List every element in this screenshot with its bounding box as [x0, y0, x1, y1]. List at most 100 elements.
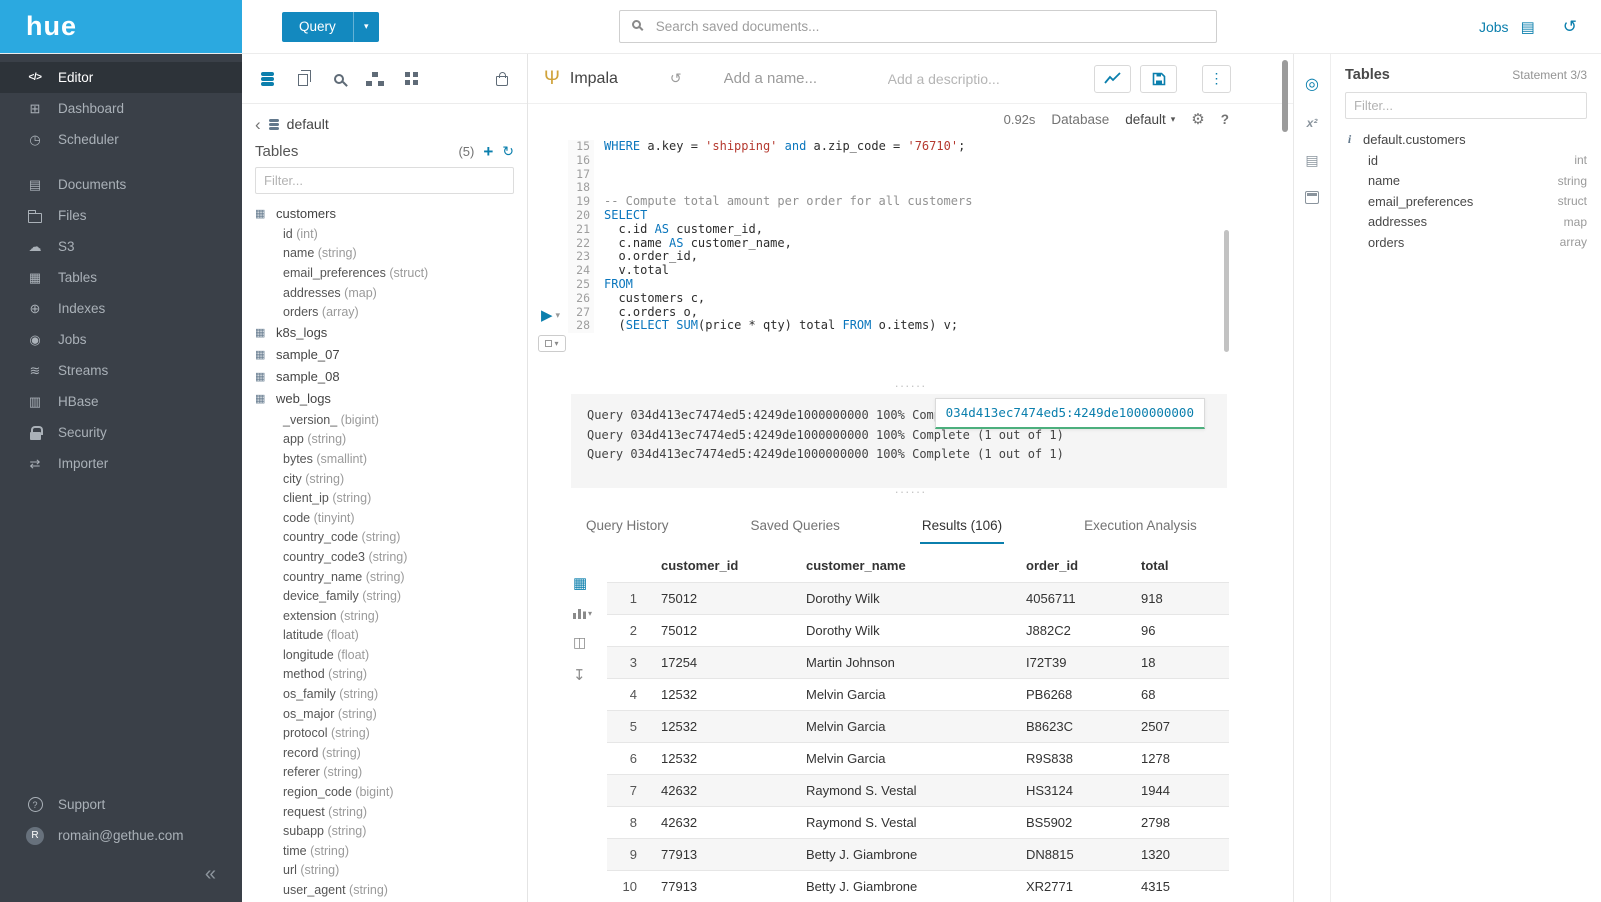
- add-table-icon[interactable]: +: [483, 143, 493, 160]
- query-id-popover[interactable]: 034d413ec7474ed5:4249de1000000000: [935, 398, 1205, 429]
- active-table[interactable]: i default.customers: [1345, 132, 1587, 147]
- bucket-icon[interactable]: [493, 70, 511, 88]
- sidebar-item-dashboard[interactable]: ⊞Dashboard: [0, 93, 242, 124]
- column-item[interactable]: latitude (float): [255, 626, 514, 646]
- column-item[interactable]: referer (string): [255, 763, 514, 783]
- column-item[interactable]: extension (string): [255, 606, 514, 626]
- column-item[interactable]: bytes (smallint): [255, 449, 514, 469]
- search-assist-icon[interactable]: [330, 70, 348, 88]
- column-item[interactable]: email_preferencesstruct: [1345, 191, 1587, 212]
- sidebar-item-support[interactable]: ? Support: [0, 789, 242, 820]
- column-item[interactable]: client_ip (string): [255, 488, 514, 508]
- chart-button[interactable]: [1094, 65, 1131, 93]
- column-item[interactable]: addressesmap: [1345, 212, 1587, 233]
- column-item[interactable]: longitude (float): [255, 645, 514, 665]
- execute-button[interactable]: ▶: [541, 306, 553, 324]
- table-item[interactable]: ▦customers: [255, 202, 514, 224]
- table-item[interactable]: ▦sample_07: [255, 344, 514, 366]
- sidebar-item-security[interactable]: Security: [0, 417, 242, 448]
- jobs-link[interactable]: Jobs: [1479, 19, 1509, 35]
- sidebar-item-files[interactable]: Files: [0, 200, 242, 231]
- search-input[interactable]: [619, 10, 1217, 43]
- sidebar-item-hbase[interactable]: ▥HBase: [0, 386, 242, 417]
- editor-scrollbar[interactable]: [1224, 230, 1229, 352]
- sidebar-item-user[interactable]: R romain@gethue.com: [0, 820, 242, 851]
- column-item[interactable]: orders (array): [255, 302, 514, 322]
- column-item[interactable]: code (tinyint): [255, 508, 514, 528]
- resize-handle-top[interactable]: ······: [528, 382, 1293, 394]
- column-item[interactable]: os_family (string): [255, 684, 514, 704]
- sidebar-item-editor[interactable]: </>Editor: [0, 62, 242, 93]
- column-item[interactable]: name (string): [255, 244, 514, 264]
- table-item[interactable]: ▦web_logs: [255, 388, 514, 410]
- code-editor[interactable]: 1516171819202122232425262728 WHERE a.key…: [528, 134, 1293, 382]
- tables-filter-input[interactable]: [255, 167, 514, 194]
- query-description-input[interactable]: [888, 71, 1023, 87]
- table-item[interactable]: ▦k8s_logs: [255, 322, 514, 344]
- refresh-snippet-icon[interactable]: ↺: [670, 70, 682, 87]
- sidebar-item-indexes[interactable]: ⊕Indexes: [0, 293, 242, 324]
- editor-code[interactable]: WHERE a.key = 'shipping' and a.zip_code …: [594, 140, 972, 333]
- column-item[interactable]: time (string): [255, 841, 514, 861]
- tab-results-106-[interactable]: Results (106): [920, 510, 1004, 544]
- column-item[interactable]: email_preferences (struct): [255, 263, 514, 283]
- column-header[interactable]: total: [1135, 550, 1229, 583]
- apps-icon[interactable]: [402, 70, 420, 88]
- column-item[interactable]: protocol (string): [255, 723, 514, 743]
- database-select[interactable]: default ▾: [1125, 112, 1175, 127]
- column-item[interactable]: city (string): [255, 469, 514, 489]
- info-icon[interactable]: i: [1345, 132, 1354, 147]
- columns-view-icon[interactable]: ◫: [573, 634, 607, 651]
- column-item[interactable]: id (int): [255, 224, 514, 244]
- column-item[interactable]: region_code (bigint): [255, 782, 514, 802]
- jobs-list-icon[interactable]: ▤: [1521, 18, 1535, 36]
- query-name-input[interactable]: [724, 70, 874, 87]
- tab-execution-analysis[interactable]: Execution Analysis: [1082, 510, 1199, 544]
- column-item[interactable]: device_family (string): [255, 586, 514, 606]
- refresh-icon[interactable]: ↻: [502, 143, 514, 160]
- settings-gear-icon[interactable]: ⚙: [1191, 110, 1204, 128]
- statement-selector[interactable]: ▾: [538, 335, 566, 352]
- chart-view-icon[interactable]: ▾: [573, 607, 607, 619]
- column-header[interactable]: order_id: [1020, 550, 1135, 583]
- sidebar-item-scheduler[interactable]: ◷Scheduler: [0, 124, 242, 155]
- table-item[interactable]: ▦sample_08: [255, 366, 514, 388]
- breadcrumb-database[interactable]: default: [287, 116, 329, 132]
- history-icon[interactable]: ↺: [1563, 17, 1577, 37]
- column-item[interactable]: _version_ (bigint): [255, 410, 514, 430]
- query-dropdown-button[interactable]: ▾: [353, 12, 379, 42]
- documents-assist-icon[interactable]: [294, 70, 312, 88]
- column-item[interactable]: subapp (string): [255, 821, 514, 841]
- column-item[interactable]: country_name (string): [255, 567, 514, 587]
- column-item[interactable]: ordersarray: [1345, 232, 1587, 253]
- column-item[interactable]: app (string): [255, 430, 514, 450]
- execute-options-icon[interactable]: ▾: [556, 310, 561, 321]
- sidebar-item-tables[interactable]: ▦Tables: [0, 262, 242, 293]
- hue-logo[interactable]: hue: [26, 11, 77, 42]
- column-header[interactable]: customer_id: [655, 550, 800, 583]
- sidebar-item-documents[interactable]: ▤Documents: [0, 169, 242, 200]
- column-header[interactable]: customer_name: [800, 550, 1020, 583]
- help-icon[interactable]: ?: [1221, 112, 1229, 127]
- column-item[interactable]: idint: [1345, 150, 1587, 171]
- query-button[interactable]: Query: [282, 12, 353, 42]
- column-item[interactable]: country_code3 (string): [255, 547, 514, 567]
- calendar-icon[interactable]: [1305, 191, 1319, 204]
- sidebar-item-streams[interactable]: ≋Streams: [0, 355, 242, 386]
- save-button[interactable]: [1140, 65, 1177, 93]
- download-icon[interactable]: ↧: [573, 666, 607, 684]
- language-docs-icon[interactable]: ▤: [1305, 152, 1318, 169]
- column-item[interactable]: method (string): [255, 665, 514, 685]
- sidebar-item-importer[interactable]: ⇄Importer: [0, 448, 242, 479]
- column-item[interactable]: addresses (map): [255, 283, 514, 303]
- column-item[interactable]: record (string): [255, 743, 514, 763]
- sidebar-item-s3[interactable]: ☁S3: [0, 231, 242, 262]
- tab-query-history[interactable]: Query History: [584, 510, 671, 544]
- more-actions-button[interactable]: ⋮: [1202, 65, 1231, 93]
- collapse-sidebar-icon[interactable]: «: [205, 863, 216, 886]
- grid-view-icon[interactable]: ▦: [573, 574, 607, 592]
- tab-saved-queries[interactable]: Saved Queries: [749, 510, 842, 544]
- main-scrollbar[interactable]: [1282, 60, 1288, 132]
- sidebar-item-jobs[interactable]: ◉Jobs: [0, 324, 242, 355]
- right-filter-input[interactable]: [1345, 92, 1587, 119]
